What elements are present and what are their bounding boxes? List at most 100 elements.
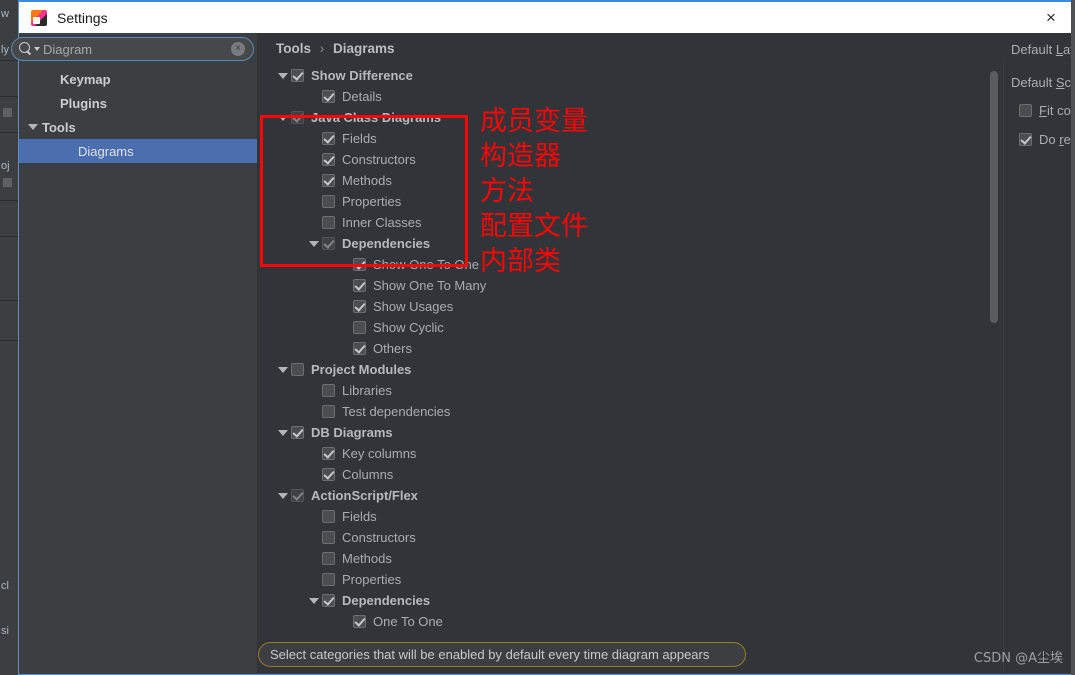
expand-collapse-icon[interactable] xyxy=(275,429,291,436)
chevron-down-icon xyxy=(278,366,288,373)
checkbox-icon[interactable] xyxy=(322,594,335,607)
default-layout-label: Default Layout: xyxy=(1011,42,1075,57)
annotation-line: 方法 xyxy=(480,176,534,207)
tree-row-label: Show Usages xyxy=(373,299,454,314)
tree-row-label: Details xyxy=(342,89,382,104)
tree-row[interactable]: ActionScript/Flex xyxy=(275,485,768,506)
sidebar-item-label: Tools xyxy=(42,119,76,135)
tree-row[interactable]: Show Cyclic xyxy=(275,317,768,338)
annotation-line: 配置文件 xyxy=(480,211,588,242)
checkbox-icon[interactable] xyxy=(322,132,335,145)
checkbox-icon[interactable] xyxy=(353,342,366,355)
checkbox-icon[interactable] xyxy=(322,447,335,460)
tree-row[interactable]: Test dependencies xyxy=(275,401,768,422)
annotation-text-group: 成员变量 构造器 方法 配置文件 内部类 xyxy=(480,104,588,279)
tree-row[interactable]: Fields xyxy=(275,506,768,527)
search-dropdown-icon[interactable] xyxy=(34,47,40,51)
checkbox-icon[interactable] xyxy=(353,615,366,628)
chevron-down-icon xyxy=(278,72,288,79)
tree-row-label: Methods xyxy=(342,551,392,566)
checkbox-icon[interactable] xyxy=(322,174,335,187)
checkbox-icon[interactable] xyxy=(322,384,335,397)
chevron-down-icon xyxy=(309,597,319,604)
tree-row[interactable]: Methods xyxy=(275,548,768,569)
sidebar-item-diagrams[interactable]: Diagrams xyxy=(19,139,257,163)
fit-content-after-layout-label: Fit content after layout xyxy=(1039,103,1075,118)
tree-scrollbar-thumb[interactable] xyxy=(990,71,998,323)
tree-row-label: Properties xyxy=(342,194,402,209)
checkbox-icon[interactable] xyxy=(322,510,335,523)
tree-row[interactable]: Show Usages xyxy=(275,296,768,317)
checkbox-icon[interactable] xyxy=(291,363,304,376)
tree-row-label: Project Modules xyxy=(311,362,412,377)
checkbox-icon[interactable] xyxy=(322,531,335,544)
checkbox-icon[interactable] xyxy=(353,321,366,334)
checkbox-icon[interactable] xyxy=(322,405,335,418)
background-icon xyxy=(3,108,12,117)
search-input[interactable]: Diagram xyxy=(43,42,231,57)
expand-collapse-icon[interactable] xyxy=(275,366,291,373)
status-tooltip: Select categories that will be enabled b… xyxy=(258,642,746,667)
tree-row[interactable]: Others xyxy=(275,338,768,359)
checkbox-icon[interactable] xyxy=(353,300,366,313)
tree-row-label: Constructors xyxy=(342,530,416,545)
checkbox-icon xyxy=(1019,133,1032,146)
search-box[interactable]: Diagram × xyxy=(11,37,254,61)
sidebar-item-keymap[interactable]: Keymap xyxy=(19,67,257,91)
checkbox-icon[interactable] xyxy=(322,468,335,481)
checkbox-icon[interactable] xyxy=(291,111,304,124)
settings-sidebar: Diagram × Keymap Plugins Tools Diagrams xyxy=(11,33,257,673)
expand-collapse-icon[interactable] xyxy=(275,492,291,499)
tree-row[interactable]: Key columns xyxy=(275,443,768,464)
tree-row-label: Java Class Diagrams xyxy=(311,110,442,125)
default-scope-label-row: Default Scope: xyxy=(1011,75,1075,90)
tree-row[interactable]: Show Difference xyxy=(275,65,768,86)
expand-collapse-icon[interactable] xyxy=(275,72,291,79)
tree-row[interactable]: DB Diagrams xyxy=(275,422,768,443)
sidebar-item-plugins[interactable]: Plugins xyxy=(19,91,257,115)
settings-content: Tools › Diagrams Show Difference Details J… xyxy=(258,33,1075,673)
tree-row-label: Others xyxy=(373,341,413,356)
checkbox-icon[interactable] xyxy=(322,216,335,229)
checkbox-icon[interactable] xyxy=(322,90,335,103)
tooltip-text: Select categories that will be enabled b… xyxy=(270,647,710,662)
sidebar-item-tools[interactable]: Tools xyxy=(19,115,257,139)
settings-dialog: Settings × Diagram × Keymap Plugins Tools D… xyxy=(11,0,1075,675)
tree-row[interactable]: Properties xyxy=(275,569,768,590)
checkbox-icon[interactable] xyxy=(322,552,335,565)
tree-row[interactable]: Constructors xyxy=(275,527,768,548)
tree-row-label: Dependencies xyxy=(342,236,431,251)
checkbox-icon xyxy=(1019,104,1032,117)
breadcrumb-root[interactable]: Tools xyxy=(276,41,311,56)
tree-row[interactable]: One To One xyxy=(275,611,768,632)
fit-content-after-layout-checkbox[interactable]: Fit content after layout xyxy=(1019,103,1075,118)
chevron-down-icon xyxy=(278,114,288,121)
close-icon[interactable]: × xyxy=(1028,2,1074,33)
expand-collapse-icon[interactable] xyxy=(27,124,39,130)
do-relayout-checkbox[interactable]: Do relayout when new elements were added xyxy=(1019,132,1075,147)
checkbox-icon[interactable] xyxy=(353,279,366,292)
search-clear-icon[interactable]: × xyxy=(231,42,245,56)
checkbox-icon[interactable] xyxy=(291,69,304,82)
content-divider xyxy=(1003,63,1004,673)
sidebar-item-label: Plugins xyxy=(60,95,107,111)
checkbox-icon[interactable] xyxy=(322,153,335,166)
do-relayout-label: Do relayout when new elements were added xyxy=(1039,132,1075,147)
checkbox-icon[interactable] xyxy=(322,237,335,250)
tree-row[interactable]: Project Modules xyxy=(275,359,768,380)
checkbox-icon[interactable] xyxy=(322,195,335,208)
tree-row-label: Test dependencies xyxy=(342,404,451,419)
tree-row[interactable]: Columns xyxy=(275,464,768,485)
chevron-down-icon xyxy=(278,492,288,499)
expand-collapse-icon[interactable] xyxy=(275,114,291,121)
expand-collapse-icon[interactable] xyxy=(306,240,322,247)
checkbox-icon[interactable] xyxy=(353,258,366,271)
checkbox-icon[interactable] xyxy=(291,426,304,439)
tree-row[interactable]: Libraries xyxy=(275,380,768,401)
expand-collapse-icon[interactable] xyxy=(306,597,322,604)
checkbox-icon[interactable] xyxy=(291,489,304,502)
tree-row-label: DB Diagrams xyxy=(311,425,393,440)
checkbox-icon[interactable] xyxy=(322,573,335,586)
tree-row[interactable]: Dependencies xyxy=(275,590,768,611)
chevron-down-icon xyxy=(278,429,288,436)
